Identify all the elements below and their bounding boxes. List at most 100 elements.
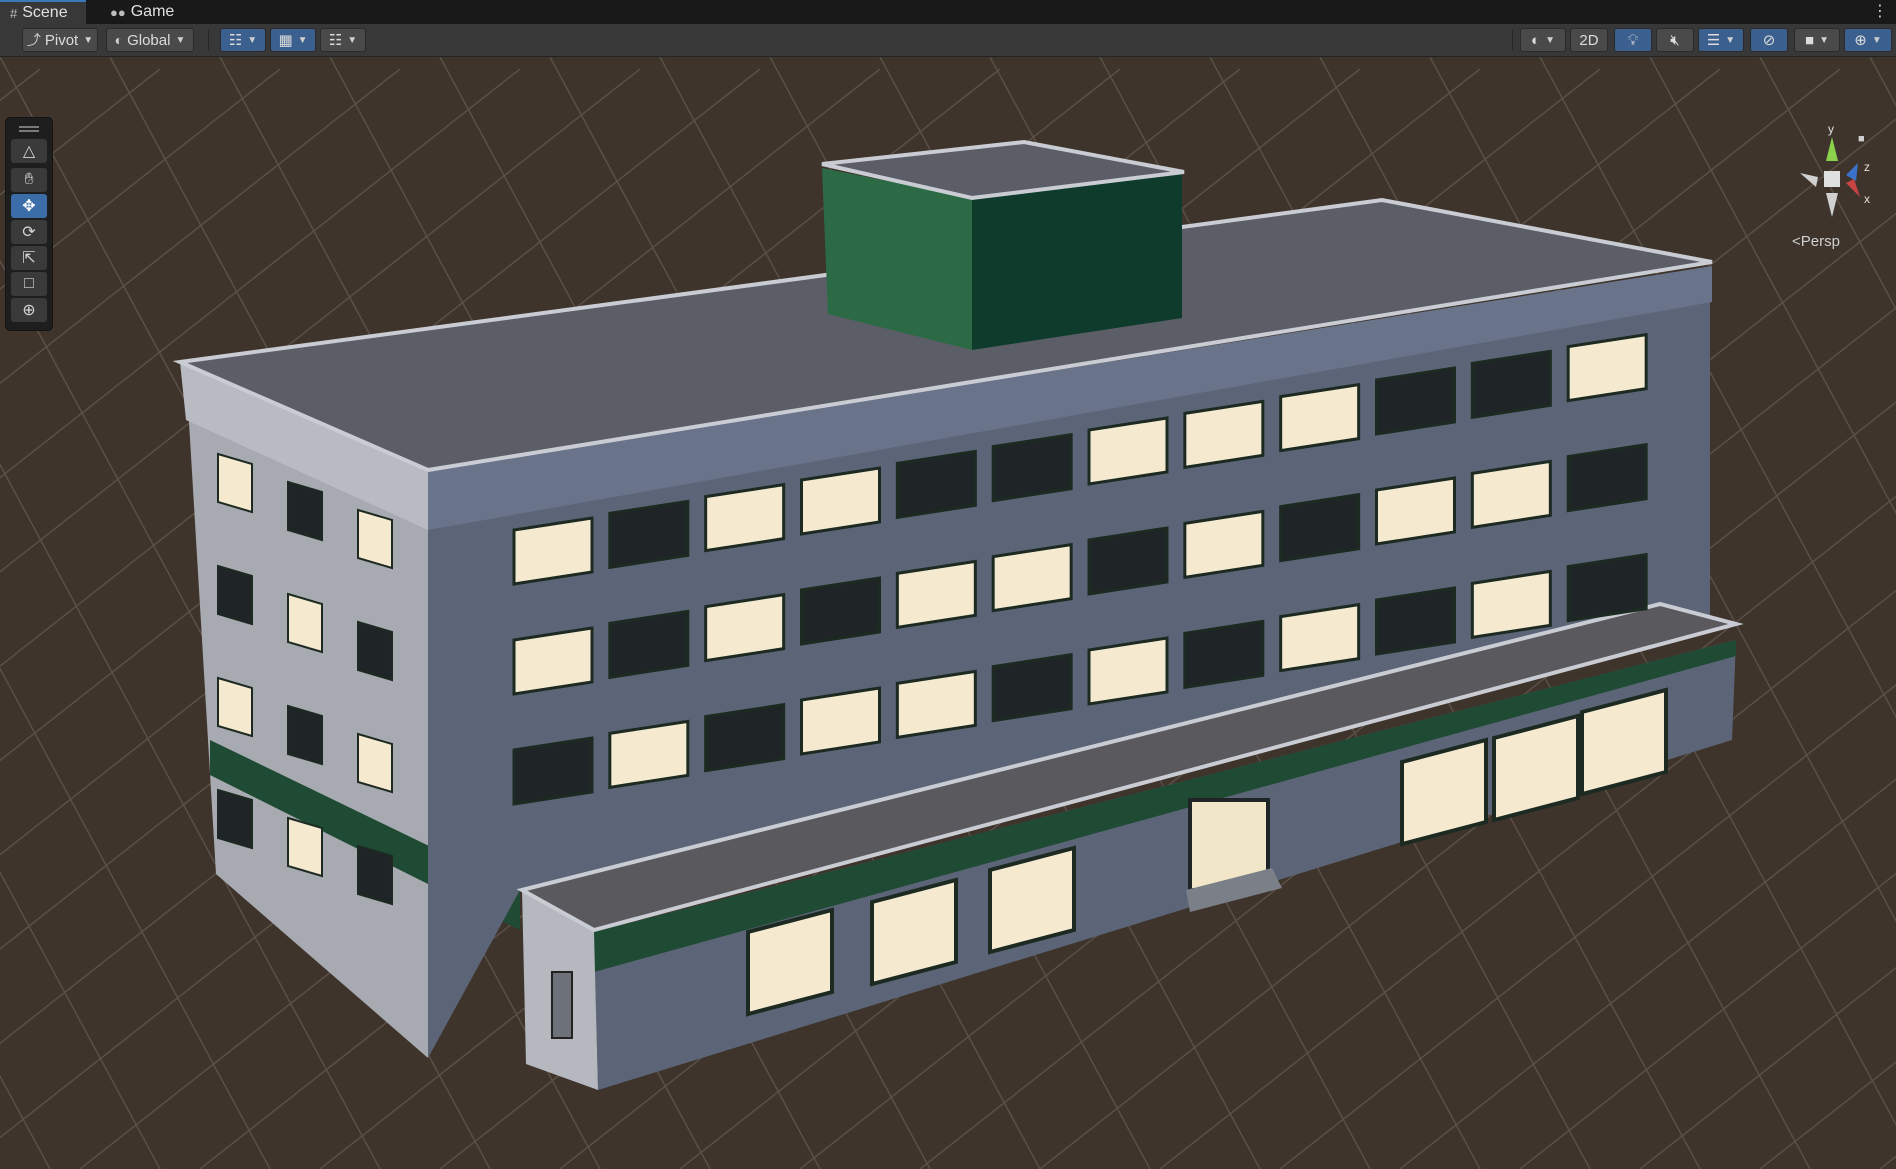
gizmo-y-cone[interactable] [1826,137,1838,161]
globe-icon: ◐ [114,32,124,48]
hand-icon: ✋︎ [24,171,34,188]
tab-game[interactable]: ●● Game [100,0,180,24]
lighting-toggle-button[interactable]: 💡︎ [1614,28,1652,52]
gizmo-neg-x-cone[interactable] [1800,173,1818,187]
lock-icon[interactable]: ■ [1858,133,1865,145]
chevron-down-icon: ▼ [1545,34,1555,46]
audio-mute-icon: 🔇︎ [1670,31,1680,49]
window [704,482,786,553]
pivot-icon: ⤴ [26,32,41,48]
pivot-dropdown[interactable]: ⤴ Pivot ▼ [22,28,98,52]
chevron-down-icon: ▼ [247,34,258,46]
grid-snap-icon: ☷ [228,32,243,49]
toggle-2d-label: 2D [1579,31,1599,49]
window [357,620,393,682]
gizmo-x-cone[interactable] [1846,179,1860,197]
camera-icon: ■ [1805,31,1815,49]
window [895,559,977,630]
chevron-down-icon: ▼ [297,34,308,46]
window [895,669,977,740]
window [608,609,690,680]
chevron-down-icon: ▼ [175,34,186,46]
window [512,736,594,806]
window [1566,442,1648,513]
window [1375,586,1456,656]
view-tool-button[interactable]: △ [11,139,47,163]
window [608,499,690,570]
gizmo-axis-z-label: z [1864,160,1870,174]
rect-tool-button[interactable]: □ [11,272,47,296]
increment-snap-button[interactable]: ▦ ▼ [270,28,316,52]
tab-game-label: Game [130,3,175,20]
projection-toggle[interactable]: <Persp [1792,233,1840,250]
rect-icon: □ [24,275,34,292]
window [1087,636,1169,706]
chevron-down-icon: ▼ [1819,34,1829,46]
scene-toolbar: ⤴ Pivot ▼ ◐ Global ▼ ☷ ▼ ▦ ▼ ☷ ▼ ◐ ▼ 2D … [0,24,1896,57]
draw-mode-dropdown[interactable]: ◐ ▼ [1520,28,1566,52]
gizmo-z-cone[interactable] [1846,163,1858,181]
rotate-icon: ⟳ [22,224,36,241]
camera-settings-dropdown[interactable]: ■ ▼ [1794,28,1840,52]
window [991,652,1073,723]
window [512,516,594,586]
window [991,542,1073,613]
effects-dropdown[interactable]: ☰ ▼ [1698,28,1744,52]
scene-render [0,57,1896,1169]
global-label: Global [127,31,171,49]
window [1183,509,1265,580]
increment-snap-icon: ▦ [278,32,293,49]
window [1087,416,1169,486]
hand-tool-button[interactable]: ✋︎ [11,168,47,192]
perspective-icon: < [1792,233,1801,250]
scene-tools-panel: △ ✋︎ ✥ ⟳ ⇱ □ ⊕ [5,117,53,331]
gizmos-dropdown[interactable]: ⊕ ▼ [1844,28,1892,52]
cube-icon: △ [22,143,36,160]
toolbar-divider [1512,30,1513,50]
window [1279,492,1361,563]
rotate-tool-button[interactable]: ⟳ [11,220,47,244]
move-arrows-icon: ✥ [22,198,36,215]
drag-handle-icon[interactable] [19,126,39,132]
grid-visibility-button[interactable]: ☷ ▼ [320,28,366,52]
grid-snap-button[interactable]: ☷ ▼ [220,28,266,52]
orientation-gizmo[interactable]: y z x [1780,123,1890,233]
chevron-down-icon: ▼ [347,34,358,46]
window [1470,569,1552,640]
toggle-2d-button[interactable]: 2D [1570,28,1608,52]
transform-tool-button[interactable]: ⊕ [11,298,47,322]
window [357,732,393,794]
window [800,576,881,646]
move-tool-button[interactable]: ✥ [11,194,47,218]
window [800,686,881,756]
chevron-down-icon: ▼ [83,34,94,46]
window [217,676,253,738]
scene-visibility-button[interactable]: ⊘ [1750,28,1788,52]
scene-tab-bar: # Scene ●● Game ⋮ [0,0,1896,25]
window [217,452,253,514]
pivot-label: Pivot [44,31,79,49]
tab-scene[interactable]: # Scene [0,0,86,24]
window [512,626,594,696]
scene-viewport[interactable]: △ ✋︎ ✥ ⟳ ⇱ □ ⊕ y z x ■ <Persp [0,57,1896,1169]
projection-label: Persp [1800,233,1840,250]
grid-visibility-icon: ☷ [328,32,343,49]
grid-line [1879,1155,1896,1169]
gamepad-icon: ●● [110,4,126,20]
window [217,564,253,626]
gizmo-neg-y-cone[interactable] [1826,193,1838,217]
global-dropdown[interactable]: ◐ Global ▼ [106,28,194,52]
window [704,702,786,773]
more-options-icon[interactable]: ⋮ [1872,1,1888,21]
window [1470,349,1552,420]
lightbulb-icon: 💡︎ [1627,31,1639,49]
window [287,480,323,542]
window [1183,399,1265,470]
gizmo-center-cube[interactable] [1824,171,1840,187]
effects-layers-icon: ☰ [1706,32,1721,49]
audio-toggle-button[interactable]: 🔇︎ [1656,28,1694,52]
scale-tool-button[interactable]: ⇱ [11,246,47,270]
toolbar-divider [208,30,209,50]
shading-sphere-icon: ◐ [1531,31,1541,49]
window [217,788,253,850]
